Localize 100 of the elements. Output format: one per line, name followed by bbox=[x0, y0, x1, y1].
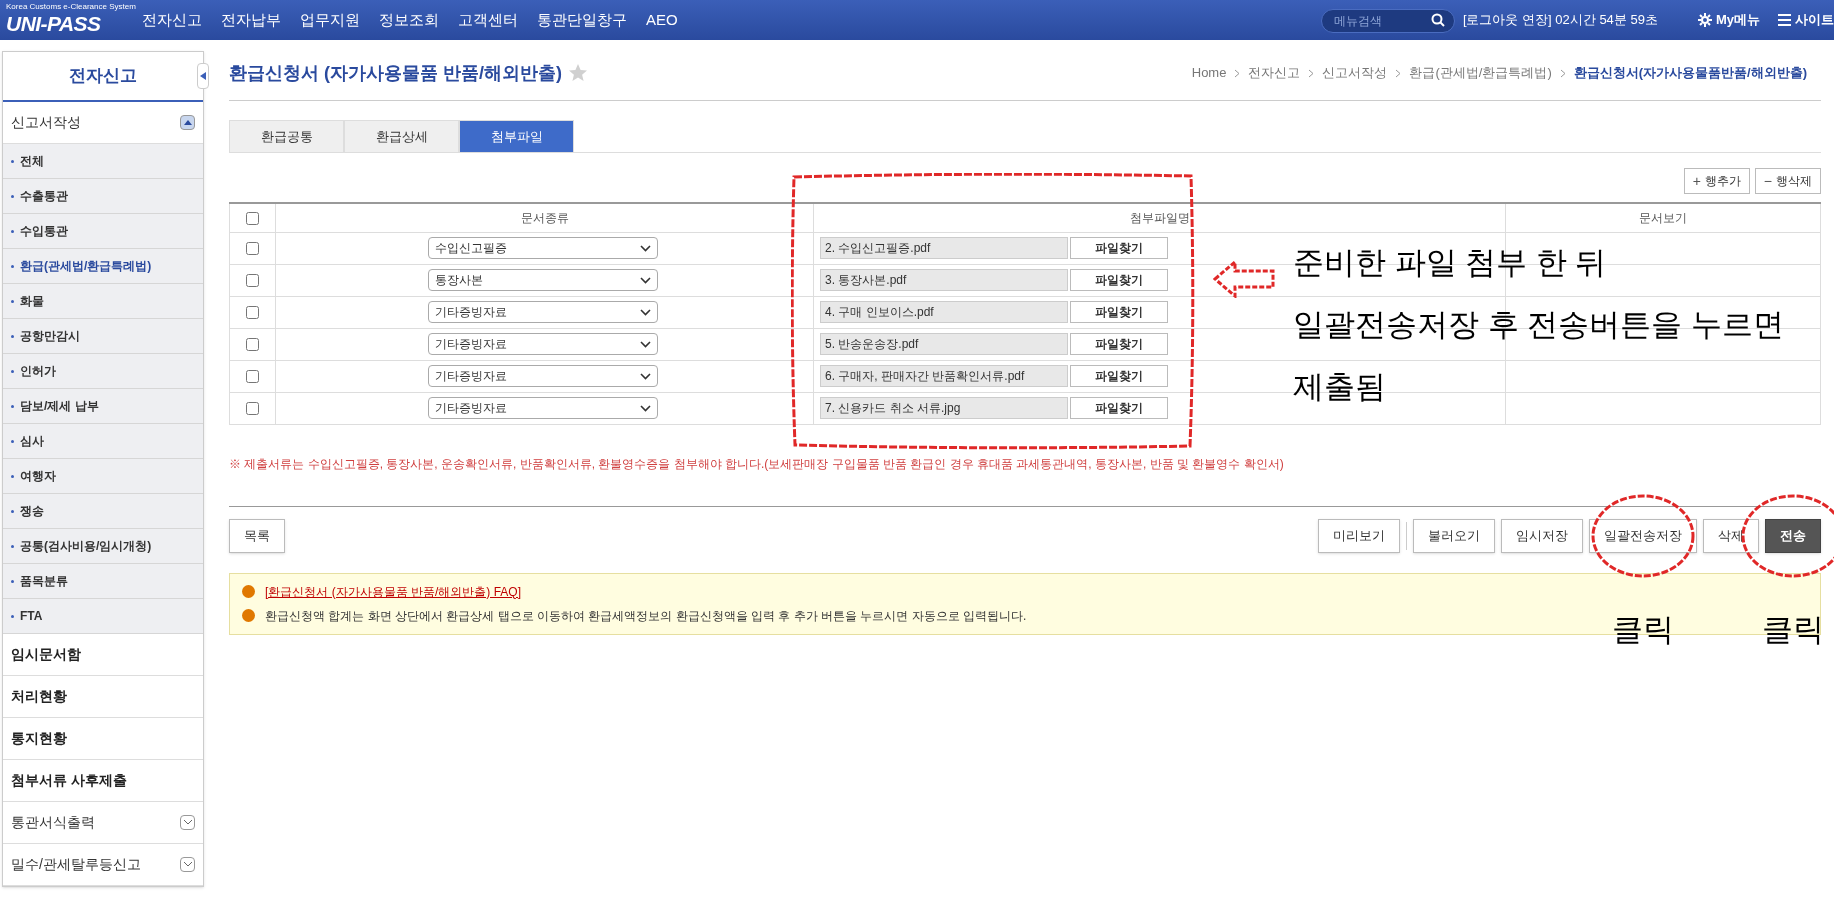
sidebar-item[interactable]: 첨부서류 사후제출 bbox=[11, 770, 127, 791]
list-button[interactable]: 목록 bbox=[229, 518, 285, 553]
sidebar-item[interactable]: 임시문서함 bbox=[11, 644, 81, 665]
annotation-text: 일괄전송저장 후 전송버튼을 누르면 bbox=[1293, 306, 1784, 344]
warning-icon bbox=[242, 585, 255, 598]
column-header: 문서보기 bbox=[1505, 203, 1821, 232]
action-button[interactable]: 일괄전송저장 bbox=[1589, 518, 1697, 553]
sidebar-subitem[interactable]: 심사 bbox=[20, 432, 44, 450]
nav-menu-item[interactable]: 고객센터 bbox=[458, 8, 518, 32]
bullet-icon bbox=[11, 264, 14, 268]
chevron-down-icon bbox=[640, 372, 651, 380]
bullet-icon bbox=[11, 159, 14, 163]
bullet-icon bbox=[11, 509, 14, 513]
sidebar-subitem[interactable]: 공항만감시 bbox=[20, 327, 80, 345]
browse-file-button[interactable]: 파일찾기 bbox=[1070, 301, 1168, 323]
sidebar-subitem[interactable]: 수입통관 bbox=[20, 222, 68, 240]
breadcrumb-link[interactable]: 전자신고 bbox=[1248, 63, 1301, 83]
toggle-button[interactable] bbox=[180, 815, 195, 830]
action-button[interactable]: 삭제 bbox=[1703, 518, 1759, 553]
browse-file-button[interactable]: 파일찾기 bbox=[1070, 333, 1168, 355]
breadcrumb-link[interactable]: 환급신청서(자가사용물품반품/해외반출) bbox=[1573, 63, 1807, 83]
column-header: 첨부파일명 bbox=[813, 203, 1506, 232]
sidebar-subitem[interactable]: 여행자 bbox=[20, 467, 56, 485]
tab[interactable]: 환급공통 bbox=[229, 120, 344, 153]
breadcrumb-link[interactable]: 환급(관세법/환급특례법) bbox=[1409, 63, 1552, 83]
nav-menu-item[interactable]: 통관단일창구 bbox=[537, 8, 627, 32]
chevron-down-icon bbox=[640, 244, 651, 252]
action-button[interactable]: 임시저장 bbox=[1501, 518, 1583, 553]
checkbox[interactable] bbox=[246, 402, 259, 416]
browse-file-button[interactable]: 파일찾기 bbox=[1070, 237, 1168, 259]
sidebar-subitem[interactable]: 쟁송 bbox=[20, 502, 44, 520]
tab[interactable]: 첨부파일 bbox=[459, 120, 574, 153]
doc-type-dropdown[interactable]: 기타증빙자료 bbox=[428, 365, 658, 387]
file-name-field[interactable]: 2. 수입신고필증.pdf bbox=[820, 237, 1068, 259]
bullet-icon bbox=[11, 544, 14, 548]
collapse-button[interactable] bbox=[197, 63, 209, 89]
sidebar-subitem[interactable]: FTA bbox=[20, 607, 43, 625]
column-header: 문서종류 bbox=[275, 203, 814, 232]
nav-menu-item[interactable]: AEO bbox=[646, 8, 678, 32]
nav-menu-item[interactable]: 전자신고 bbox=[142, 8, 202, 32]
checkbox[interactable] bbox=[246, 274, 259, 288]
browse-file-button[interactable]: 파일찾기 bbox=[1070, 397, 1168, 419]
sidebar-item[interactable]: 통지현황 bbox=[11, 728, 67, 749]
bullet-icon bbox=[11, 614, 14, 618]
sidebar-subitem[interactable]: 품목분류 bbox=[20, 572, 68, 590]
checkbox[interactable] bbox=[246, 370, 259, 384]
checkbox[interactable] bbox=[246, 306, 259, 320]
chevron-down-icon bbox=[640, 404, 651, 412]
doc-type-dropdown[interactable]: 수입신고필증 bbox=[428, 237, 658, 259]
faq-link[interactable]: [환급신청서 (자가사용물품 반품/해외반출) FAQ] bbox=[265, 582, 521, 601]
search-field[interactable]: 메뉴검색 bbox=[1320, 9, 1455, 33]
file-name-field[interactable]: 4. 구매 인보이스.pdf bbox=[820, 301, 1068, 323]
caret-icon bbox=[200, 72, 206, 80]
file-name-field[interactable]: 3. 통장사본.pdf bbox=[820, 269, 1068, 291]
action-button[interactable]: 전송 bbox=[1765, 518, 1821, 553]
sidebar-item[interactable]: 처리현황 bbox=[11, 686, 67, 707]
browse-file-button[interactable]: 파일찾기 bbox=[1070, 269, 1168, 291]
session-timer[interactable]: [로그아웃 연장] 02시간 54분 59초 bbox=[1462, 10, 1658, 30]
file-name-field[interactable]: 6. 구매자, 판매자간 반품확인서류.pdf bbox=[820, 365, 1068, 387]
nav-menu-item[interactable]: 전자납부 bbox=[221, 8, 281, 32]
sidebar-subitem[interactable]: 수출통관 bbox=[20, 187, 68, 205]
checkbox[interactable] bbox=[246, 212, 259, 226]
file-name-field[interactable]: 7. 신용카드 취소 서류.jpg bbox=[820, 397, 1068, 419]
doc-type-dropdown[interactable]: 기타증빙자료 bbox=[428, 333, 658, 355]
nav-menu-item[interactable]: 업무지원 bbox=[300, 8, 360, 32]
star-icon[interactable] bbox=[568, 63, 588, 83]
browse-file-button[interactable]: 파일찾기 bbox=[1070, 365, 1168, 387]
row-action-button[interactable]: + 행추가 bbox=[1683, 168, 1750, 194]
tab[interactable]: 환급상세 bbox=[344, 120, 459, 153]
sidebar-item[interactable]: 신고서작성 bbox=[11, 112, 81, 133]
doc-type-dropdown[interactable]: 통장사본 bbox=[428, 269, 658, 291]
arrow-left-icon bbox=[1213, 260, 1275, 298]
doc-type-dropdown[interactable]: 기타증빙자료 bbox=[428, 301, 658, 323]
sidebar-subitem[interactable]: 화물 bbox=[20, 292, 44, 310]
warning-icon bbox=[242, 609, 255, 622]
nav-menu-item[interactable]: 정보조회 bbox=[379, 8, 439, 32]
checkbox[interactable] bbox=[246, 242, 259, 256]
sidebar-item[interactable]: 밀수/관세탈루등신고 bbox=[11, 854, 141, 875]
notice-text: ※ 제출서류는 수입신고필증, 통장사본, 운송확인서류, 반품확인서류, 환불영수증을 첨부해야 합니다.(보세판매장 구입물품 반품 환급인 경우 휴대품 과세통관내역, 통장사본, 반품 및 환불영수 확인서) bbox=[229, 455, 1285, 473]
file-name-field[interactable]: 5. 반송운송장.pdf bbox=[820, 333, 1068, 355]
action-button[interactable]: 불러오기 bbox=[1413, 518, 1495, 553]
bullet-icon bbox=[11, 404, 14, 408]
sidebar-item[interactable]: 통관서식출력 bbox=[11, 812, 95, 833]
row-action-button[interactable]: − 행삭제 bbox=[1754, 168, 1821, 194]
toggle-button[interactable] bbox=[180, 115, 195, 130]
toggle-button[interactable] bbox=[180, 857, 195, 872]
menu-icon bbox=[1778, 14, 1791, 26]
sidebar-subitem[interactable]: 전체 bbox=[20, 152, 44, 170]
action-button[interactable]: 미리보기 bbox=[1318, 518, 1400, 553]
chevron-down-icon bbox=[640, 308, 651, 316]
chevron-right-icon bbox=[1308, 68, 1315, 78]
chevron-right-icon bbox=[1559, 68, 1566, 78]
my-menu-link[interactable]: My메뉴 bbox=[1697, 10, 1760, 30]
bullet-icon bbox=[11, 229, 14, 233]
breadcrumb-link[interactable]: Home bbox=[1191, 63, 1227, 83]
doc-type-dropdown[interactable]: 기타증빙자료 bbox=[428, 397, 658, 419]
sitemap-link[interactable]: 사이트 bbox=[1778, 10, 1834, 30]
checkbox[interactable] bbox=[246, 338, 259, 352]
breadcrumb-link[interactable]: 신고서작성 bbox=[1322, 63, 1388, 83]
sidebar-subitem[interactable]: 인허가 bbox=[20, 362, 56, 380]
